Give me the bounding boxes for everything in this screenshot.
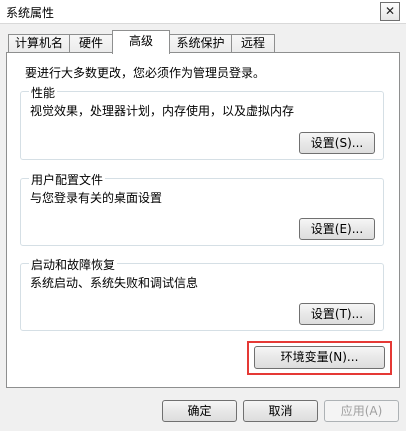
performance-description: 视觉效果，处理器计划，内存使用，以及虚拟内存 [30, 104, 295, 118]
tab-label: 系统保护 [176, 36, 225, 50]
startup-recovery-group-title: 启动和故障恢复 [29, 256, 118, 273]
tab-system-protection[interactable]: 系统保护 [169, 34, 232, 53]
startup-recovery-group: 启动和故障恢复 系统启动、系统失败和调试信息 设置(T)... [20, 256, 384, 331]
user-profiles-group: 用户配置文件 与您登录有关的桌面设置 设置(E)... [20, 171, 384, 246]
user-profiles-settings-button[interactable]: 设置(E)... [299, 218, 375, 240]
tab-remote[interactable]: 远程 [231, 34, 275, 53]
user-profiles-group-title: 用户配置文件 [29, 171, 106, 188]
cancel-button[interactable]: 取消 [243, 400, 318, 422]
apply-button[interactable]: 应用(A) [324, 400, 399, 422]
title-bar: 系统属性 ✕ [0, 0, 406, 24]
tab-hardware[interactable]: 硬件 [69, 34, 113, 53]
tab-strip: 计算机名 硬件 高级 系统保护 远程 [8, 30, 400, 54]
performance-settings-button[interactable]: 设置(S)... [299, 132, 375, 154]
startup-recovery-settings-button[interactable]: 设置(T)... [299, 303, 375, 325]
user-profiles-description: 与您登录有关的桌面设置 [30, 191, 163, 205]
tab-label: 计算机名 [14, 36, 63, 50]
close-button[interactable]: ✕ [380, 2, 400, 21]
tab-label: 硬件 [78, 36, 103, 50]
performance-group: 性能 视觉效果，处理器计划，内存使用，以及虚拟内存 设置(S)... [20, 84, 384, 160]
window-title: 系统属性 [6, 6, 55, 20]
tab-label: 高级 [128, 34, 153, 48]
startup-recovery-description: 系统启动、系统失败和调试信息 [30, 276, 199, 290]
tab-label: 远程 [240, 36, 265, 50]
tab-advanced[interactable]: 高级 [112, 30, 170, 54]
ok-button[interactable]: 确定 [162, 400, 237, 422]
performance-group-title: 性能 [29, 84, 58, 101]
tab-computer-name[interactable]: 计算机名 [8, 34, 70, 53]
close-icon: ✕ [384, 4, 396, 18]
admin-note: 要进行大多数更改，您必须作为管理员登录。 [25, 66, 266, 80]
environment-variables-button[interactable]: 环境变量(N)... [254, 346, 385, 369]
